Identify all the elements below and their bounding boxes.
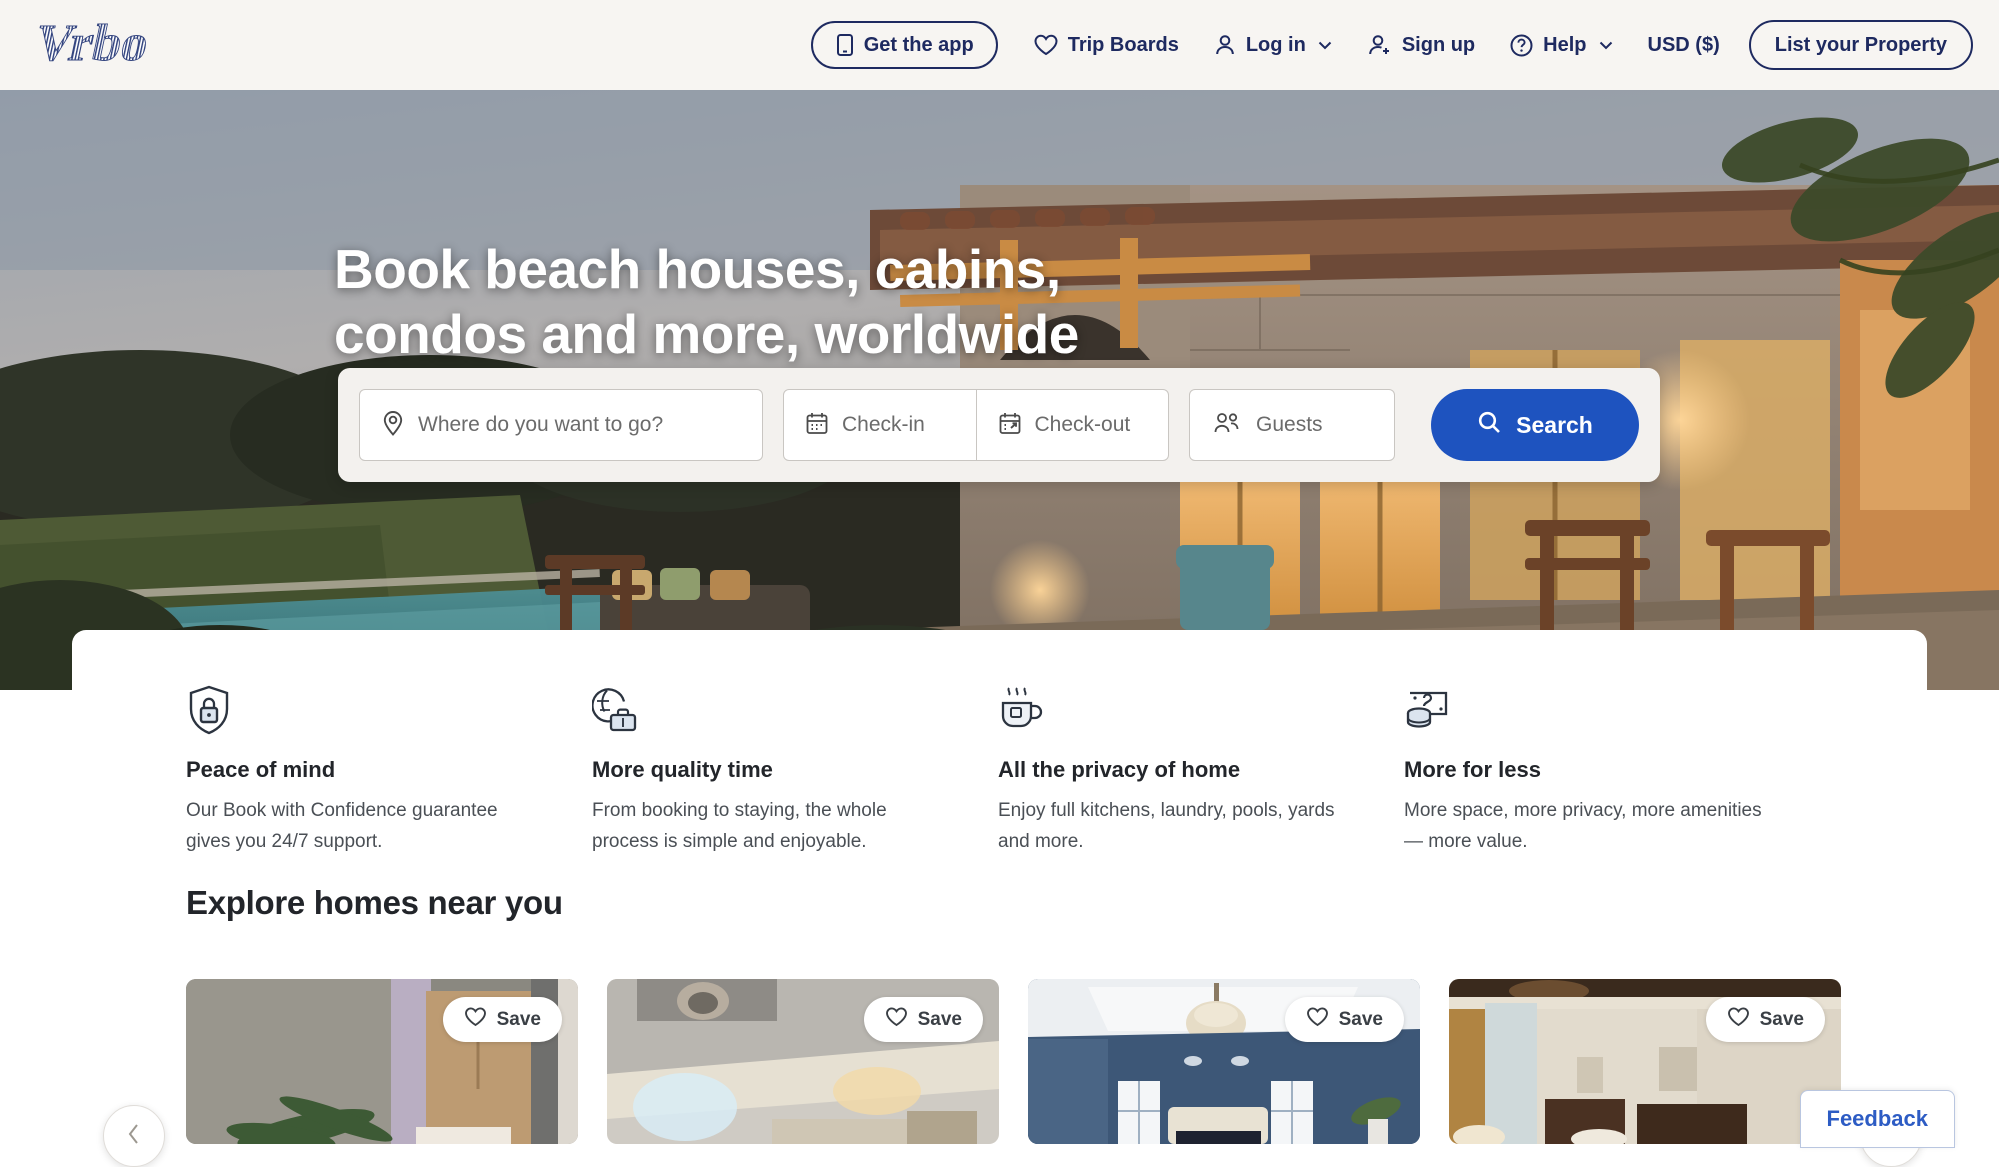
calendar-checkout-icon	[998, 411, 1022, 440]
carousel-prev-button[interactable]	[103, 1105, 165, 1167]
search-button[interactable]: Search	[1431, 389, 1639, 461]
feature-list: Peace of mind Our Book with Confidence g…	[186, 683, 1886, 858]
heart-icon	[885, 1006, 908, 1033]
trip-boards-label: Trip Boards	[1067, 33, 1179, 56]
calendar-checkin-icon	[805, 411, 829, 440]
chevron-down-icon	[1317, 39, 1333, 51]
feature-privacy-of-home: All the privacy of home Enjoy full kitch…	[998, 683, 1404, 858]
help-menu[interactable]: Help	[1492, 21, 1630, 69]
chevron-down-icon	[1598, 39, 1614, 51]
heart-icon	[1033, 33, 1059, 57]
site-header: Vrbo Get the app Trip Boards Log in Sign…	[0, 0, 1999, 90]
guests-input[interactable]: Guests	[1189, 389, 1395, 461]
feature-more-quality-time: More quality time From booking to stayin…	[592, 683, 998, 858]
search-icon	[1477, 410, 1502, 441]
help-label: Help	[1543, 33, 1587, 56]
shield-lock-icon	[186, 683, 546, 735]
feature-title: More for less	[1404, 757, 1541, 782]
feature-description: More space, more privacy, more amenities…	[1404, 800, 1762, 852]
heart-icon	[464, 1006, 487, 1033]
save-button[interactable]: Save	[1705, 997, 1825, 1042]
destination-placeholder: Where do you want to go?	[418, 413, 664, 436]
hero-headline-line2: condos and more, worldwide	[334, 302, 1079, 365]
person-plus-icon	[1367, 33, 1393, 57]
content-panel: Peace of mind Our Book with Confidence g…	[72, 630, 1927, 1144]
feature-title: More quality time	[592, 757, 773, 782]
save-button[interactable]: Save	[863, 997, 983, 1042]
feature-title: Peace of mind	[186, 757, 336, 782]
get-the-app-label: Get the app	[863, 33, 974, 56]
chevron-left-icon	[126, 1123, 142, 1150]
coffee-cup-icon	[998, 683, 1358, 735]
log-in-label: Log in	[1245, 33, 1306, 56]
property-card[interactable]: Save	[607, 979, 999, 1144]
guests-icon	[1212, 411, 1242, 440]
sign-up-link[interactable]: Sign up	[1350, 21, 1492, 69]
feature-title: All the privacy of home	[998, 757, 1241, 782]
currency-label: USD ($)	[1647, 33, 1720, 56]
save-label: Save	[1338, 1008, 1383, 1030]
property-card[interactable]: Save	[186, 979, 578, 1144]
save-label: Save	[496, 1008, 541, 1030]
location-pin-icon	[382, 410, 404, 441]
checkout-input[interactable]: Check-out	[975, 390, 1169, 460]
mobile-phone-icon	[835, 33, 855, 57]
hero-headline: Book beach houses, cabins, condos and mo…	[334, 237, 1194, 367]
guests-placeholder: Guests	[1256, 413, 1323, 436]
destination-input[interactable]: Where do you want to go?	[359, 389, 763, 461]
feature-description: Our Book with Confidence guarantee gives…	[186, 800, 498, 852]
search-bar: Where do you want to go? Check-in Check-…	[338, 368, 1660, 482]
save-button[interactable]: Save	[442, 997, 562, 1042]
heart-icon	[1306, 1006, 1329, 1033]
checkout-placeholder: Check-out	[1034, 413, 1131, 436]
sign-up-label: Sign up	[1401, 33, 1476, 56]
get-the-app-button[interactable]: Get the app	[810, 21, 998, 69]
person-icon	[1213, 33, 1237, 57]
vrbo-logo[interactable]: Vrbo	[28, 16, 218, 74]
feature-description: From booking to staying, the whole proce…	[592, 800, 887, 852]
header-nav: Get the app Trip Boards Log in Sign up H…	[810, 20, 1973, 70]
save-label: Save	[1759, 1008, 1804, 1030]
save-label: Save	[917, 1008, 962, 1030]
hero-headline-line1: Book beach houses, cabins,	[334, 238, 1061, 300]
property-card[interactable]: Save	[1449, 979, 1841, 1144]
list-your-property-button[interactable]: List your Property	[1748, 20, 1973, 70]
property-carousel: Save Save Save Save	[186, 979, 1841, 1144]
question-circle-icon	[1509, 33, 1534, 58]
money-coins-icon	[1404, 683, 1764, 735]
feature-more-for-less: More for less More space, more privacy, …	[1404, 683, 1810, 858]
feature-peace-of-mind: Peace of mind Our Book with Confidence g…	[186, 683, 592, 858]
currency-selector[interactable]: USD ($)	[1631, 21, 1737, 69]
log-in-menu[interactable]: Log in	[1196, 21, 1350, 69]
save-button[interactable]: Save	[1284, 997, 1404, 1042]
heart-icon	[1727, 1006, 1750, 1033]
list-your-property-label: List your Property	[1774, 33, 1947, 56]
property-card[interactable]: Save	[1028, 979, 1420, 1144]
page-title: Explore homes near you	[186, 884, 563, 921]
feedback-tab[interactable]: Feedback	[1799, 1090, 1955, 1148]
checkin-placeholder: Check-in	[842, 413, 925, 436]
search-button-label: Search	[1516, 411, 1593, 438]
checkin-input[interactable]: Check-in	[784, 390, 976, 460]
date-range-fields: Check-in Check-out	[783, 389, 1169, 461]
trip-boards-link[interactable]: Trip Boards	[1016, 21, 1196, 69]
svg-text:Vrbo: Vrbo	[30, 16, 154, 72]
globe-suitcase-icon	[592, 683, 952, 735]
feature-description: Enjoy full kitchens, laundry, pools, yar…	[998, 800, 1335, 852]
